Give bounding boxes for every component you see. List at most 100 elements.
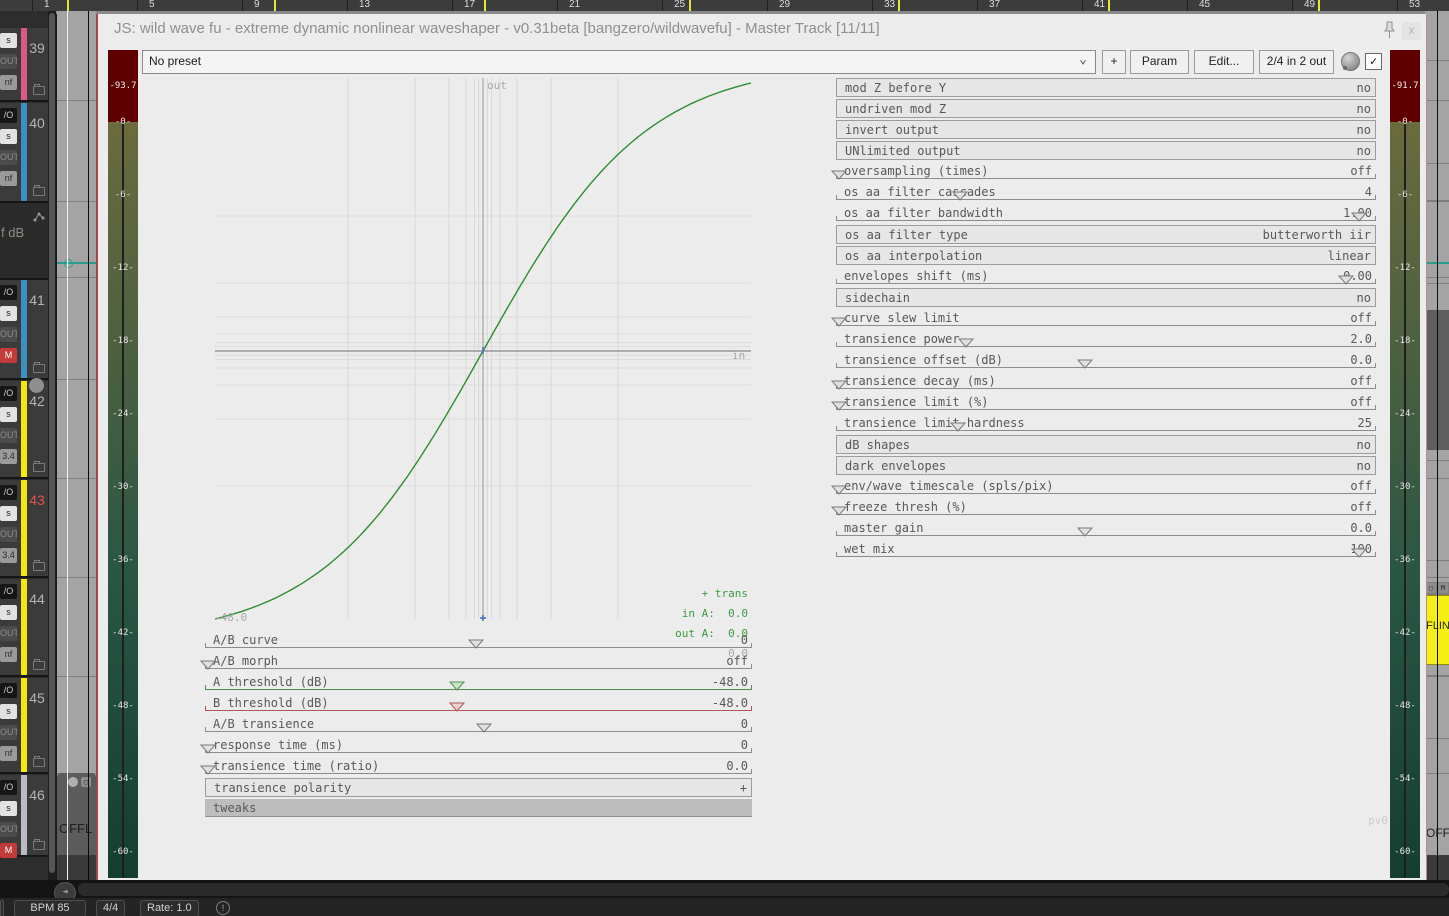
slider-handle-icon[interactable]: [199, 739, 217, 758]
slider-handle-icon[interactable]: [830, 375, 848, 394]
time-signature-display[interactable]: 4/4: [96, 900, 126, 916]
track-panel-row[interactable]: 44/O s OUT nf: [0, 579, 48, 677]
solo-button[interactable]: s: [0, 129, 17, 144]
slider-handle-icon[interactable]: [1350, 207, 1368, 226]
track-button[interactable]: /O: [0, 584, 17, 599]
io-routing-button[interactable]: 2/4 in 2 out: [1259, 50, 1334, 74]
automation-point[interactable]: [64, 259, 73, 268]
track-button[interactable]: OUT: [0, 822, 17, 837]
slider-handle-icon[interactable]: [1337, 270, 1355, 289]
track-button[interactable]: /O: [0, 108, 17, 123]
folder-icon[interactable]: [33, 185, 45, 196]
solo-button[interactable]: s: [0, 506, 17, 521]
track-button[interactable]: OUT: [0, 626, 17, 641]
horizontal-scrollbar-thumb[interactable]: [78, 883, 1449, 896]
slider-handle-icon[interactable]: [830, 396, 848, 415]
mute-button[interactable]: M: [0, 348, 17, 363]
solo-button[interactable]: s: [0, 801, 17, 816]
param-row-a-threshold-db-[interactable]: A threshold (dB) -48.0: [205, 673, 752, 691]
param-row-transience-time-ratio-[interactable]: transience time (ratio) 0.0: [199, 757, 752, 775]
slider-handle-icon[interactable]: [830, 480, 848, 499]
rate-display[interactable]: Rate: 1.0: [140, 900, 199, 916]
param-row-response-time-ms-[interactable]: response time (ms) 0: [199, 736, 752, 754]
folder-icon[interactable]: [33, 560, 45, 571]
param-row-sidechain[interactable]: sidechain no: [836, 288, 1376, 307]
track-button[interactable]: /O: [0, 386, 17, 401]
slider-handle-icon[interactable]: [199, 760, 217, 779]
track-button[interactable]: OUT: [0, 527, 17, 542]
param-row-os-aa-interpolation[interactable]: os aa interpolation linear: [836, 246, 1376, 265]
track-panel-row[interactable]: 39 s OUT nf: [0, 28, 48, 102]
param-row-freeze-thresh-[interactable]: freeze thresh (%) off: [830, 498, 1376, 516]
folder-icon[interactable]: [33, 84, 45, 95]
bpm-display[interactable]: BPM 85: [14, 900, 86, 916]
track-button[interactable]: 3.4: [0, 449, 17, 464]
solo-button[interactable]: s: [0, 407, 17, 422]
param-row-os-aa-filter-bandwidth[interactable]: os aa filter bandwidth1.00: [836, 204, 1376, 222]
param-row-tweaks[interactable]: tweaks: [205, 799, 752, 817]
param-row-unlimited-output[interactable]: UNlimited output no: [836, 141, 1376, 160]
track-button[interactable]: OUT: [0, 725, 17, 740]
param-button[interactable]: Param: [1130, 50, 1189, 74]
slider-handle-icon[interactable]: [951, 186, 969, 205]
track-panel-row[interactable]: 40/O s OUT nf: [0, 103, 48, 203]
envelope-lane[interactable]: f dB: [0, 203, 48, 280]
arrange-area-right[interactable]: ▢MFLINOFFL: [1425, 11, 1449, 880]
solo-button[interactable]: s: [0, 704, 17, 719]
add-preset-button[interactable]: +: [1102, 50, 1126, 74]
mute-button[interactable]: M: [0, 843, 17, 858]
automation-line[interactable]: [57, 262, 96, 264]
track-button[interactable]: OUT: [0, 54, 17, 69]
param-row-transience-limit-hardness[interactable]: transience limit hardness 25: [836, 414, 1376, 432]
timeline-ruler[interactable]: 1 5 9 13 17 21 25 29 33 37 41 45 49 53: [0, 0, 1449, 11]
folder-icon[interactable]: [33, 839, 45, 850]
track-button[interactable]: /O: [0, 285, 17, 300]
param-row-db-shapes[interactable]: dB shapes no: [836, 435, 1376, 454]
track-button[interactable]: OUT: [0, 428, 17, 443]
slider-handle-icon[interactable]: [448, 676, 466, 695]
record-arm-icon[interactable]: [29, 378, 44, 393]
solo-button[interactable]: s: [0, 306, 17, 321]
param-row-env-wave-timescale-spls-pix-[interactable]: env/wave timescale (spls/pix) off: [830, 477, 1376, 495]
track-button[interactable]: 3.4: [0, 548, 17, 563]
track-button[interactable]: nf: [0, 746, 17, 761]
param-row-wet-mix[interactable]: wet mix100: [836, 540, 1376, 558]
slider-handle-icon[interactable]: [830, 501, 848, 520]
fx-enable-checkbox[interactable]: ✓: [1365, 53, 1382, 70]
slider-handle-icon[interactable]: [830, 165, 848, 184]
folder-icon[interactable]: [33, 461, 45, 472]
slider-handle-icon[interactable]: [1350, 543, 1368, 562]
slider-handle-icon[interactable]: [949, 417, 967, 436]
param-row-transience-polarity[interactable]: transience polarity +: [205, 778, 752, 797]
solo-button[interactable]: s: [0, 33, 17, 48]
param-row-a-b-curve[interactable]: A/B curve 0: [205, 631, 752, 649]
param-row-invert-output[interactable]: invert output no: [836, 120, 1376, 139]
track-panel-row[interactable]: 43/O s OUT 3.4: [0, 480, 48, 578]
param-row-a-b-morph[interactable]: A/B morph off: [199, 652, 752, 670]
close-icon[interactable]: x: [1402, 22, 1421, 40]
param-row-envelopes-shift-ms-[interactable]: envelopes shift (ms) 0.00: [836, 267, 1376, 285]
slider-handle-icon[interactable]: [199, 655, 217, 674]
solo-button[interactable]: s: [0, 605, 17, 620]
waveshaper-graph[interactable]: [213, 77, 753, 623]
track-button[interactable]: nf: [0, 75, 17, 90]
param-row-dark-envelopes[interactable]: dark envelopes no: [836, 456, 1376, 475]
edit-button[interactable]: Edit...: [1194, 50, 1254, 74]
folder-icon[interactable]: [33, 659, 45, 670]
param-row-undriven-mod-z[interactable]: undriven mod Z no: [836, 99, 1376, 118]
slider-handle-icon[interactable]: [448, 697, 466, 716]
track-button[interactable]: nf: [0, 171, 17, 186]
track-panel-row[interactable]: 42/O s OUT 3.4: [0, 378, 48, 479]
folder-icon[interactable]: [33, 756, 45, 767]
preset-dropdown[interactable]: No preset ⌄: [142, 50, 1096, 74]
wet-knob-icon[interactable]: [1341, 52, 1360, 71]
param-row-transience-offset-db-[interactable]: transience offset (dB) 0.0: [836, 351, 1376, 369]
param-row-transience-decay-ms-[interactable]: transience decay (ms) off: [830, 372, 1376, 390]
slider-handle-icon[interactable]: [830, 312, 848, 331]
param-row-a-b-transience[interactable]: A/B transience 0: [205, 715, 752, 733]
track-vertical-scrollbar-thumb[interactable]: [49, 13, 55, 873]
param-row-os-aa-filter-cascades[interactable]: os aa filter cascades 4: [836, 183, 1376, 201]
slider-handle-icon[interactable]: [1076, 522, 1094, 541]
param-row-os-aa-filter-type[interactable]: os aa filter type butterworth iir: [836, 225, 1376, 244]
param-row-curve-slew-limit[interactable]: curve slew limit off: [830, 309, 1376, 327]
